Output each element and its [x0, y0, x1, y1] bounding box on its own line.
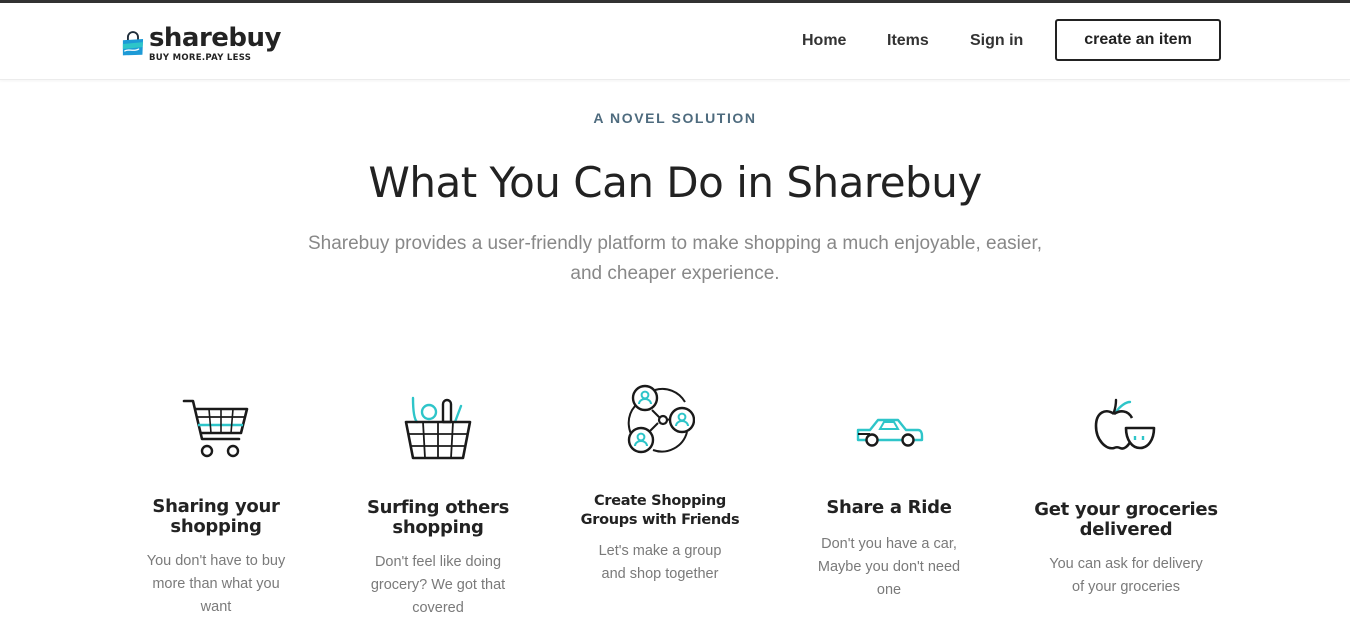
feature-description: You can ask for delivery of your groceri…: [1026, 553, 1226, 599]
feature-shopping-groups: Create Shopping Groups with Friends Let'…: [570, 382, 750, 586]
apple-groceries-icon: [1094, 398, 1156, 450]
feature-desc-line-1: Don't you have a car,: [821, 536, 957, 552]
grocery-basket-icon: [404, 396, 472, 460]
navbar: sharebuy BUY MORE.PAY LESS Home Items Si…: [0, 3, 1350, 80]
feature-sharing-shopping: Sharing your shopping You don't have to …: [126, 395, 306, 619]
section-title: What You Can Do in Sharebuy: [368, 158, 982, 207]
feature-title: Create Shopping Groups with Friends: [570, 492, 750, 530]
feature-surfing-shopping: Surfing others shopping Don't feel like …: [348, 394, 528, 620]
feature-title: Share a Ride: [826, 497, 952, 518]
feature-title-line-1: Surfing others: [366, 497, 509, 518]
feature-desc-line-3: one: [876, 582, 902, 598]
feature-title-line-1: Sharing your: [152, 496, 280, 517]
nav-signin-link[interactable]: Sign in: [970, 32, 1023, 50]
nav-home-link[interactable]: Home: [802, 32, 846, 50]
logo-name: sharebuy: [148, 23, 282, 54]
create-item-button[interactable]: create an item: [1055, 19, 1221, 61]
section-eyebrow: A NOVEL SOLUTION: [593, 110, 757, 126]
feature-groceries-delivered: Get your groceries delivered You can ask…: [1026, 398, 1226, 599]
subtitle-line-1: Sharebuy provides a user-friendly platfo…: [307, 233, 1042, 254]
nav-items-link[interactable]: Items: [887, 32, 929, 50]
feature-desc-line-2: grocery? We got that: [370, 577, 506, 593]
feature-title-line-2: shopping: [392, 517, 484, 538]
logo[interactable]: sharebuy BUY MORE.PAY LESS: [121, 22, 282, 66]
feature-title-line-1: Create Shopping: [594, 493, 726, 509]
section-subtitle: Sharebuy provides a user-friendly platfo…: [295, 229, 1055, 289]
feature-desc-line-1: Let's make a group: [598, 543, 722, 559]
feature-title: Sharing your shopping: [126, 497, 306, 537]
feature-desc-line-1: You don't have to buy: [146, 553, 286, 569]
feature-desc-line-2: of your groceries: [1072, 579, 1180, 595]
feature-description: Let's make a group and shop together: [570, 540, 750, 586]
feature-description: Don't you have a car, Maybe you don't ne…: [799, 533, 979, 602]
group-network-icon: [627, 384, 695, 454]
shopping-bag-icon: [122, 31, 144, 56]
shopping-cart-icon: [182, 399, 249, 458]
feature-desc-line-2: more than what you: [152, 576, 280, 592]
feature-title: Surfing others shopping: [348, 498, 528, 538]
feature-desc-line-1: You can ask for delivery: [1049, 556, 1203, 572]
feature-title-line-2: shopping: [170, 516, 262, 537]
feature-title-line-1: Get your groceries: [1034, 499, 1218, 520]
feature-desc-line-3: covered: [412, 600, 464, 616]
feature-desc-line-2: Maybe you don't need: [817, 559, 961, 575]
feature-share-ride: Share a Ride Don't you have a car, Maybe…: [799, 410, 979, 602]
feature-title-line-2: Groups with Friends: [580, 512, 740, 528]
subtitle-line-2: and cheaper experience.: [570, 263, 780, 284]
feature-desc-line-1: Don't feel like doing: [374, 554, 502, 570]
car-icon: [856, 418, 924, 447]
feature-desc-line-3: want: [200, 599, 232, 615]
feature-title: Get your groceries delivered: [1026, 500, 1226, 540]
feature-description: You don't have to buy more than what you…: [126, 550, 306, 619]
feature-desc-line-2: and shop together: [601, 566, 719, 582]
logo-tagline: BUY MORE.PAY LESS: [148, 53, 252, 64]
feature-title-line-2: delivered: [1079, 519, 1173, 540]
